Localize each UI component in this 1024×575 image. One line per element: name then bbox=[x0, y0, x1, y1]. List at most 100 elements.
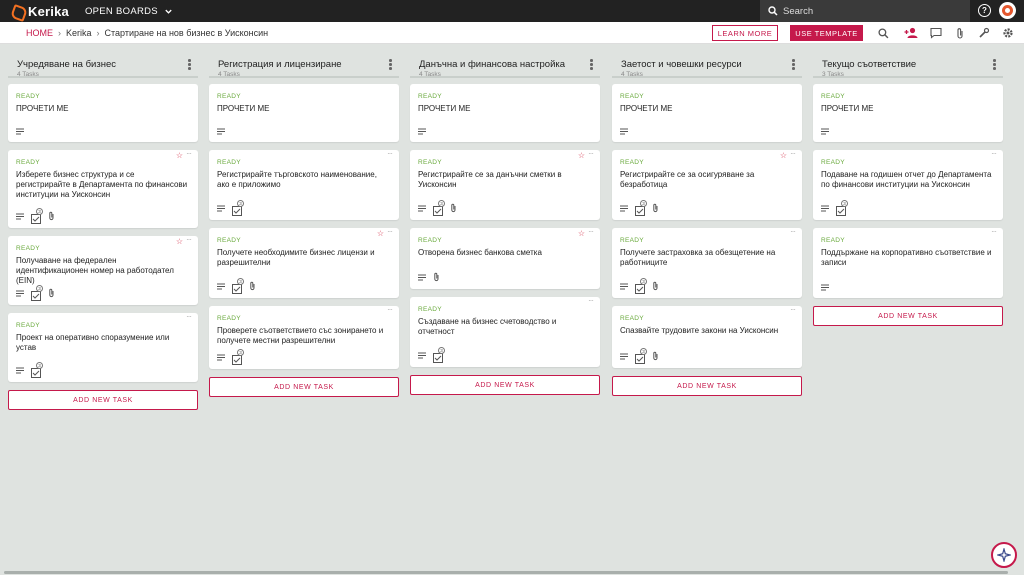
more-icon[interactable]: ··· bbox=[186, 312, 192, 321]
add-new-task-button[interactable]: ADD NEW TASK bbox=[209, 377, 399, 397]
add-new-task-button[interactable]: ADD NEW TASK bbox=[612, 376, 802, 396]
task-card[interactable]: ☆ ··· READY Отворена бизнес банкова сметк… bbox=[410, 227, 600, 289]
star-icon[interactable]: ☆ bbox=[578, 151, 585, 160]
help-icon[interactable]: ? bbox=[978, 4, 991, 17]
chat-icon[interactable] bbox=[929, 26, 943, 40]
column-bizness: Учредяване на бизнес 4 Tasks READY ПРОЧЕ… bbox=[8, 54, 198, 410]
task-status: READY bbox=[821, 159, 845, 166]
column-title: Регистрация и лицензиране bbox=[218, 59, 342, 70]
open-boards-label: OPEN BOARDS bbox=[84, 5, 158, 17]
more-icon[interactable]: ··· bbox=[991, 227, 997, 236]
top-bar: Kerika OPEN BOARDS Search ? bbox=[0, 0, 1024, 22]
task-card[interactable]: READY ПРОЧЕТИ МЕ bbox=[813, 84, 1003, 142]
column-ongoing-compliance: Текущо съответствие 3 Tasks READY ПРОЧЕТ… bbox=[813, 54, 1003, 326]
more-icon[interactable]: ··· bbox=[991, 149, 997, 158]
avatar[interactable] bbox=[999, 2, 1016, 19]
star-icon[interactable]: ☆ bbox=[578, 229, 585, 238]
description-icon bbox=[217, 204, 225, 212]
more-icon[interactable]: ··· bbox=[186, 149, 192, 158]
more-icon[interactable]: ··· bbox=[186, 235, 192, 244]
task-card[interactable]: ☆ ··· READY Регистрирайте се за данъчни с… bbox=[410, 149, 600, 220]
column-menu-icon[interactable] bbox=[993, 59, 997, 71]
checklist-icon: 3 bbox=[635, 348, 647, 364]
more-icon[interactable]: ··· bbox=[790, 227, 796, 236]
column-menu-icon[interactable] bbox=[389, 59, 393, 71]
task-card[interactable]: ··· READY Създаване на бизнес счетоводст… bbox=[410, 296, 600, 367]
horizontal-scrollbar[interactable] bbox=[4, 571, 1008, 574]
task-card[interactable]: ··· READY Подаване на годишен отчет до Д… bbox=[813, 149, 1003, 220]
subtask-count: 3 bbox=[438, 200, 445, 207]
more-icon[interactable]: ··· bbox=[588, 296, 594, 305]
task-status: READY bbox=[418, 159, 442, 166]
star-icon[interactable]: ☆ bbox=[377, 229, 384, 238]
attachment-icon bbox=[451, 203, 456, 213]
task-card[interactable]: ··· READY Получете застраховка за обезще… bbox=[612, 227, 802, 298]
task-card[interactable]: ☆ ··· READY Регистрирайте се за осигурява… bbox=[612, 149, 802, 220]
learn-more-button[interactable]: LEARN MORE bbox=[712, 25, 778, 41]
column-menu-icon[interactable] bbox=[188, 59, 192, 71]
add-new-task-button[interactable]: ADD NEW TASK bbox=[8, 390, 198, 410]
task-card[interactable]: ··· READY Поддържане на корпоративно съо… bbox=[813, 227, 1003, 298]
breadcrumb-team[interactable]: Kerika bbox=[66, 28, 92, 38]
checklist-icon: 3 bbox=[836, 200, 848, 216]
task-card[interactable]: READY ПРОЧЕТИ МЕ bbox=[410, 84, 600, 142]
more-icon[interactable]: ··· bbox=[588, 149, 594, 158]
breadcrumb-chevron-icon: › bbox=[96, 27, 100, 38]
more-icon[interactable]: ··· bbox=[387, 149, 393, 158]
add-new-task-button[interactable]: ADD NEW TASK bbox=[813, 306, 1003, 326]
column-task-count: 4 Tasks bbox=[621, 71, 643, 78]
task-card[interactable]: ☆ ··· READY Получаване на федерален идент… bbox=[8, 235, 198, 305]
column-header[interactable]: Регистрация и лицензиране 4 Tasks bbox=[209, 54, 399, 78]
settings-gear-icon[interactable] bbox=[1001, 26, 1015, 40]
column-header[interactable]: Заетост и човешки ресурси 4 Tasks bbox=[612, 54, 802, 78]
task-card[interactable]: ··· READY Регистрирайте търговското наим… bbox=[209, 149, 399, 220]
task-status: READY bbox=[418, 93, 442, 100]
task-card[interactable]: ··· READY Проверете съответствието със з… bbox=[209, 305, 399, 369]
search-input[interactable]: Search bbox=[760, 0, 970, 22]
column-header[interactable]: Текущо съответствие 3 Tasks bbox=[813, 54, 1003, 78]
column-menu-icon[interactable] bbox=[590, 59, 594, 71]
task-card[interactable]: READY ПРОЧЕТИ МЕ bbox=[8, 84, 198, 142]
more-icon[interactable]: ··· bbox=[588, 227, 594, 236]
column-header[interactable]: Данъчна и финансова настройка 4 Tasks bbox=[410, 54, 600, 78]
star-icon[interactable]: ☆ bbox=[176, 151, 183, 160]
star-icon[interactable]: ☆ bbox=[780, 151, 787, 160]
open-boards-menu[interactable]: OPEN BOARDS bbox=[85, 6, 173, 17]
task-card[interactable]: READY ПРОЧЕТИ МЕ bbox=[612, 84, 802, 142]
assistant-sparkle-icon[interactable] bbox=[991, 542, 1017, 568]
description-icon bbox=[418, 128, 426, 135]
more-icon[interactable]: ··· bbox=[387, 305, 393, 314]
task-title: Изберете бизнес структура и се регистрир… bbox=[16, 170, 188, 199]
wrench-icon[interactable] bbox=[977, 26, 991, 40]
kerika-logo[interactable]: Kerika bbox=[10, 4, 69, 19]
task-card[interactable]: ··· READY Проект на оперативно споразуме… bbox=[8, 312, 198, 382]
task-status: READY bbox=[418, 306, 442, 313]
column-header[interactable]: Учредяване на бизнес 4 Tasks bbox=[8, 54, 198, 78]
more-icon[interactable]: ··· bbox=[790, 305, 796, 314]
column-menu-icon[interactable] bbox=[792, 59, 796, 71]
star-icon[interactable]: ☆ bbox=[176, 237, 183, 246]
description-icon bbox=[217, 128, 225, 135]
more-icon[interactable]: ··· bbox=[387, 227, 393, 236]
task-title: Спазвайте трудовите закони на Уисконсин bbox=[620, 326, 779, 335]
use-template-button[interactable]: USE TEMPLATE bbox=[790, 25, 863, 41]
task-card[interactable]: ☆ ··· READY Изберете бизнес структура и с… bbox=[8, 149, 198, 228]
attachment-icon[interactable] bbox=[953, 26, 967, 40]
breadcrumb-home[interactable]: HOME bbox=[26, 28, 53, 38]
task-card[interactable]: READY ПРОЧЕТИ МЕ bbox=[209, 84, 399, 142]
task-card[interactable]: ☆ ··· READY Получете необходимите бизнес … bbox=[209, 227, 399, 298]
add-user-icon[interactable] bbox=[904, 26, 918, 40]
checklist-icon: 3 bbox=[232, 278, 244, 294]
attachment-icon bbox=[653, 281, 658, 291]
attachment-icon bbox=[653, 351, 658, 361]
column-registration: Регистрация и лицензиране 4 Tasks READY … bbox=[209, 54, 399, 397]
task-status: READY bbox=[620, 159, 644, 166]
more-icon[interactable]: ··· bbox=[790, 149, 796, 158]
task-title: Подаване на годишен отчет до Департамент… bbox=[821, 170, 992, 189]
task-title: Получаване на федерален идентификационен… bbox=[16, 256, 174, 285]
column-task-count: 4 Tasks bbox=[419, 71, 441, 78]
add-new-task-button[interactable]: ADD NEW TASK bbox=[410, 375, 600, 395]
board-search-icon[interactable] bbox=[876, 26, 890, 40]
task-card[interactable]: ··· READY Спазвайте трудовите закони на … bbox=[612, 305, 802, 368]
subtask-count: 3 bbox=[237, 278, 244, 285]
